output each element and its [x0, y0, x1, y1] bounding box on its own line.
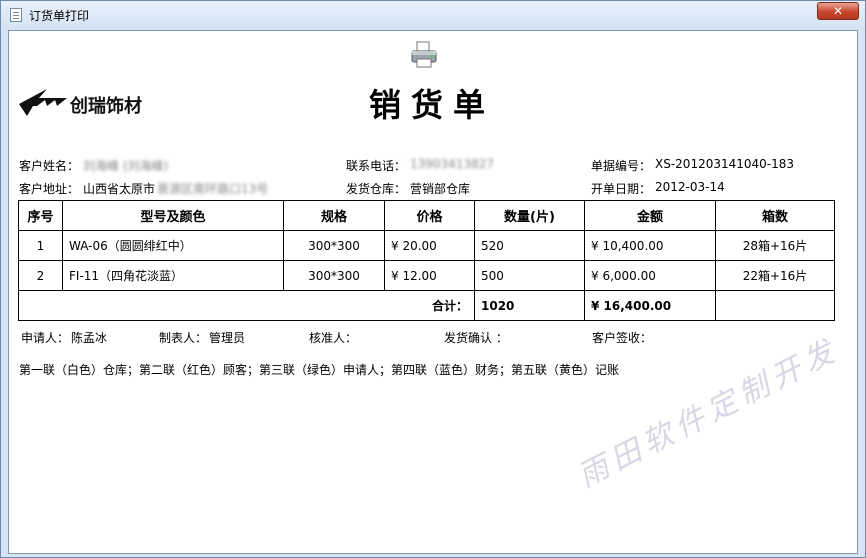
total-boxes-empty [715, 290, 835, 321]
close-button[interactable]: ✕ [817, 2, 859, 20]
cell-amount: ¥ 10,400.00 [584, 230, 716, 261]
customer-name-value: 刘海峰 (刘海峰) [83, 159, 169, 173]
copies-note: 第一联（白色）仓库；第二联（红色）顾客；第三联（绿色）申请人；第四联（蓝色）财务… [19, 363, 620, 377]
cell-price: ¥ 12.00 [384, 260, 475, 291]
ship-confirm-label: 发货确认 ： [444, 331, 508, 345]
approver-label: 核准人： [309, 331, 358, 345]
cell-boxes: 22箱+16片 [715, 260, 835, 291]
header-model: 型号及颜色 [62, 200, 284, 231]
applicant-value: 陈孟冰 [71, 331, 108, 345]
header-price: 价格 [384, 200, 475, 231]
table-total-row: 合计： 1020 ¥ 16,400.00 [18, 290, 835, 321]
header-spec: 规格 [283, 200, 385, 231]
header-qty: 数量(片) [474, 200, 585, 231]
customer-name-label: 客户姓名： [19, 159, 80, 173]
cell-price: ¥ 20.00 [384, 230, 475, 261]
address-city: 山西省太原市 [83, 182, 156, 196]
cell-amount: ¥ 6,000.00 [584, 260, 716, 291]
date-value: 2012-03-14 [655, 180, 725, 194]
table-row: 1 WA-06（圆圆绯红中） 300*300 ¥ 20.00 520 ¥ 10,… [18, 230, 835, 261]
cell-no: 2 [18, 260, 63, 291]
document-title: 销货单 [369, 86, 496, 124]
cell-model: WA-06（圆圆绯红中） [62, 230, 284, 261]
date-label: 开单日期： [591, 182, 652, 196]
company-name: 创瑞饰材 [70, 96, 142, 117]
customer-sign-label: 客户签收： [592, 331, 653, 345]
window-title: 订货单打印 [29, 9, 90, 23]
warehouse-label: 发货仓库： [346, 182, 407, 196]
maker-label: 制表人： [159, 331, 208, 345]
title-bar[interactable]: 订货单打印 ✕ [1, 1, 865, 29]
header-no: 序号 [18, 200, 63, 231]
document-icon [10, 8, 22, 22]
phone-label: 联系电话： [346, 159, 407, 173]
cell-qty: 500 [474, 260, 585, 291]
table-header-row: 序号 型号及颜色 规格 价格 数量(片) 金额 箱数 [18, 200, 835, 231]
phone-value: 13903413827 [410, 157, 494, 171]
maker-value: 管理员 [209, 331, 246, 345]
applicant-label: 申请人： [21, 331, 70, 345]
doc-no-label: 单据编号： [591, 159, 652, 173]
address-label: 客户地址： [19, 182, 80, 196]
cell-qty: 520 [474, 230, 585, 261]
cell-model: FI-11（四角花淡蓝） [62, 260, 284, 291]
cell-no: 1 [18, 230, 63, 261]
total-label: 合计： [18, 290, 475, 321]
print-preview-area: 创瑞饰材 销货单 客户姓名： 刘海峰 (刘海峰) 联系电话： 139034138… [8, 30, 858, 554]
cell-spec: 300*300 [283, 260, 385, 291]
doc-no-value: XS-201203141040-183 [655, 157, 795, 171]
address-detail: 晋源区南环路口13号 [157, 182, 269, 196]
items-table: 序号 型号及颜色 规格 价格 数量(片) 金额 箱数 1 WA-06（圆圆绯红中… [18, 200, 835, 321]
total-qty: 1020 [474, 290, 585, 321]
total-amount: ¥ 16,400.00 [584, 290, 716, 321]
header-amount: 金额 [584, 200, 716, 231]
header-boxes: 箱数 [715, 200, 835, 231]
table-row: 2 FI-11（四角花淡蓝） 300*300 ¥ 12.00 500 ¥ 6,0… [18, 260, 835, 291]
watermark: 雨田软件定制开发 [572, 332, 846, 495]
printer-icon[interactable] [409, 41, 439, 69]
cell-boxes: 28箱+16片 [715, 230, 835, 261]
cell-spec: 300*300 [283, 230, 385, 261]
warehouse-value: 营销部仓库 [410, 182, 471, 196]
logo-mark-icon [19, 89, 67, 116]
print-window: 订货单打印 ✕ 创瑞饰材 销货单 客户姓名： 刘海峰 (刘海峰) 联系电话： 1… [0, 0, 866, 558]
